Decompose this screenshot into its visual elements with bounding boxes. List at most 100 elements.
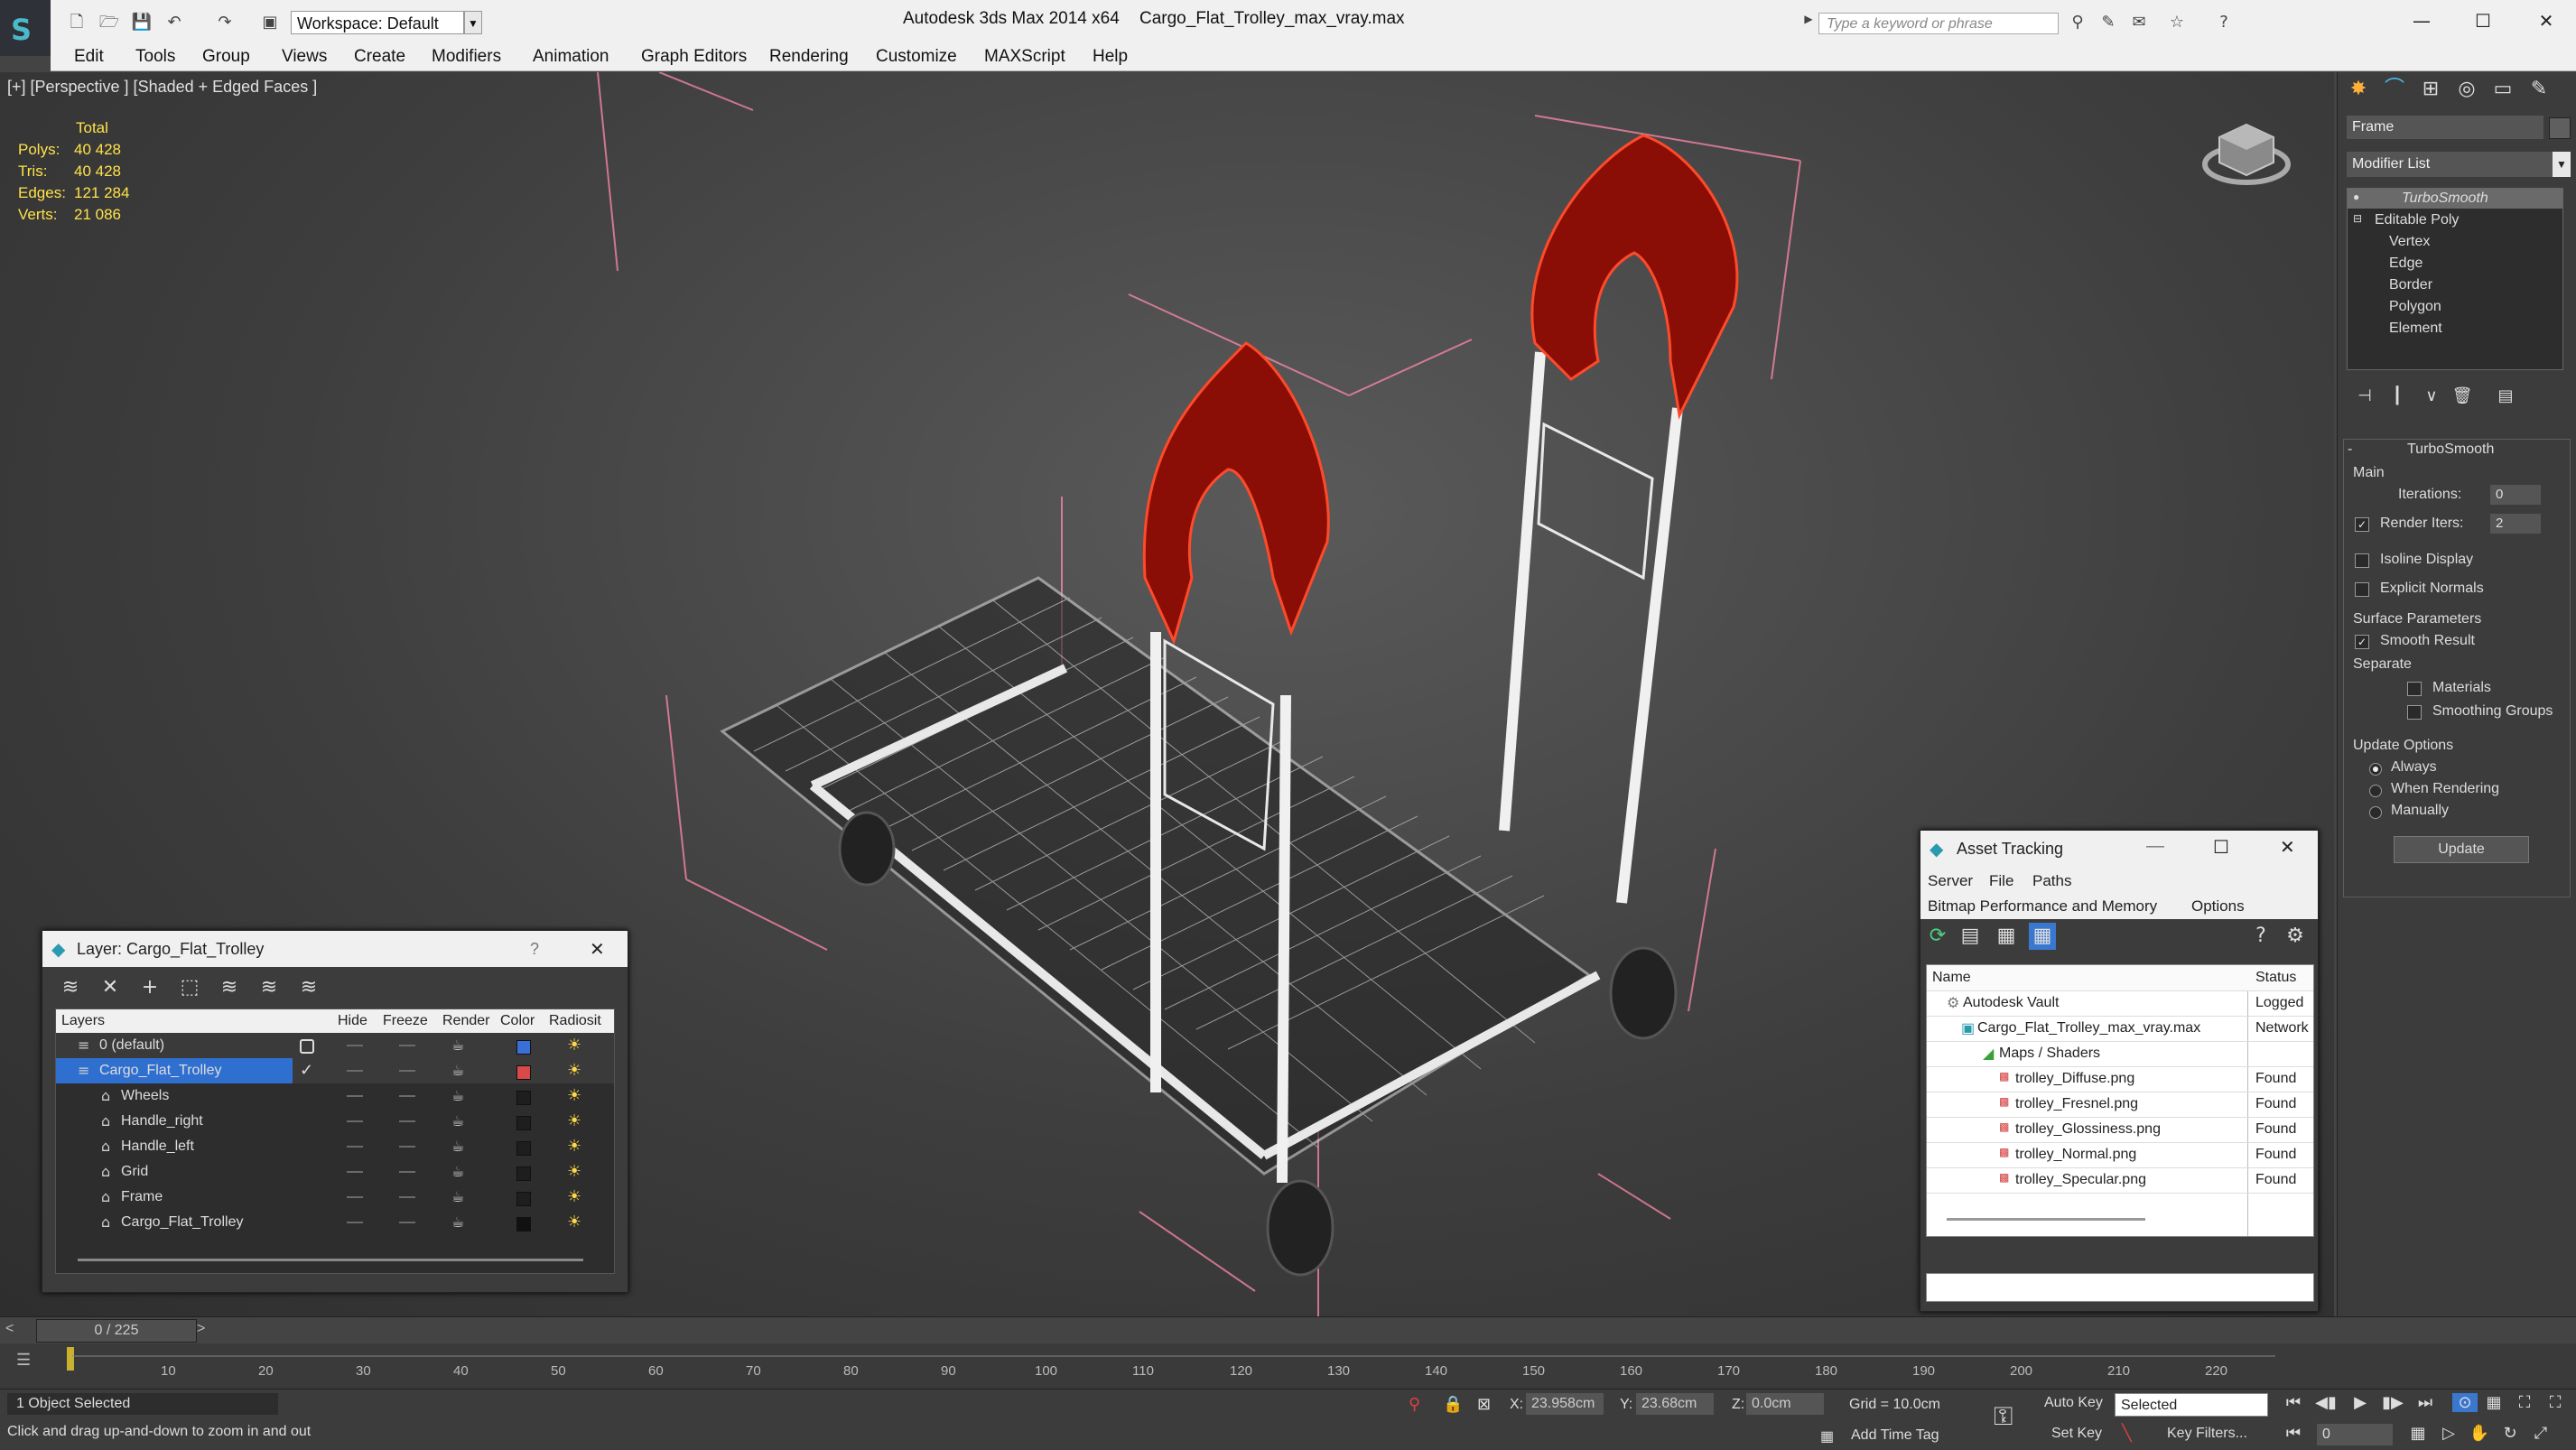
radiosity-bulb-icon[interactable]: ☀	[567, 1187, 581, 1206]
render-teapot-icon[interactable]: ☕	[451, 1087, 464, 1104]
freeze-toggle[interactable]	[399, 1070, 415, 1072]
table-view-icon[interactable]: ▦	[2029, 923, 2056, 950]
zoom-all-icon[interactable]: ▦	[2481, 1393, 2506, 1412]
time-tag-icon[interactable]: ▦	[1820, 1427, 1834, 1445]
time-config-icon[interactable]: ▦	[2405, 1424, 2431, 1443]
track-bar[interactable]: ☰ 10 20 30 40 50 60 70 80 90 100 110 120…	[0, 1343, 2576, 1389]
menu-views[interactable]: Views	[282, 47, 327, 67]
next-frame-icon[interactable]: >	[197, 1321, 205, 1337]
always-radio[interactable]	[2369, 763, 2382, 776]
horizontal-scrollbar[interactable]	[1947, 1218, 2145, 1221]
help-icon[interactable]: ?	[2247, 923, 2274, 950]
select-in-layer-icon[interactable]: ⬚	[176, 974, 203, 1001]
modifier-list-dropdown[interactable]: Modifier List	[2347, 152, 2553, 177]
asset-dialog-titlebar[interactable]: ◆ Asset Tracking — ☐ ✕	[1920, 831, 2318, 867]
zoom-extents-all-icon[interactable]: ⛶	[2543, 1393, 2568, 1412]
stack-item-edge[interactable]: Edge	[2389, 256, 2423, 272]
asset-row[interactable]: ▣ Cargo_Flat_Trolley_max_vray.max Networ…	[1927, 1016, 2313, 1042]
add-to-layer-icon[interactable]: +	[136, 974, 163, 1001]
render-teapot-icon[interactable]: ☕	[451, 1036, 464, 1054]
smoothing-groups-checkbox[interactable]	[2407, 705, 2422, 720]
menu-server[interactable]: Server	[1928, 872, 1973, 890]
pan-hand-icon[interactable]: ✋	[2467, 1424, 2492, 1443]
refresh-icon[interactable]: ⟳	[1924, 923, 1951, 950]
curve-editor-icon[interactable]: ☰	[16, 1351, 31, 1370]
viewcube-icon[interactable]	[2201, 117, 2292, 194]
orbit-icon[interactable]: ↻	[2497, 1424, 2523, 1443]
asset-row[interactable]: ▩ trolley_Fresnel.png Found	[1927, 1092, 2313, 1118]
configure-sets-icon[interactable]: ▤	[2493, 386, 2518, 408]
go-to-end-icon[interactable]: ⏭	[2413, 1393, 2438, 1412]
freeze-toggle[interactable]	[399, 1095, 415, 1097]
asset-row[interactable]: ▩ trolley_Glossiness.png Found	[1927, 1117, 2313, 1143]
zoom-icon[interactable]: ⊙	[2452, 1393, 2478, 1412]
help-icon[interactable]: ?	[2212, 13, 2236, 34]
key-icon[interactable]: ⚿	[1994, 1402, 2013, 1432]
workspace-dropdown[interactable]: Workspace: Default	[291, 11, 464, 34]
render-teapot-icon[interactable]: ☕	[451, 1163, 464, 1180]
freeze-toggle[interactable]	[399, 1222, 415, 1223]
menu-help[interactable]: Help	[1093, 47, 1128, 67]
col-radiosity[interactable]: Radiosit	[549, 1013, 601, 1029]
auto-key-button[interactable]: Auto Key	[2044, 1395, 2103, 1411]
layer-row[interactable]: ≡ 0 (default) ☕ ☀	[56, 1033, 614, 1058]
radiosity-bulb-icon[interactable]: ☀	[567, 1162, 581, 1181]
add-time-tag[interactable]: Add Time Tag	[1851, 1427, 1939, 1444]
asset-path-field[interactable]	[1926, 1273, 2314, 1302]
play-icon[interactable]: ▶	[2348, 1393, 2373, 1412]
field-of-view-icon[interactable]: ▷	[2436, 1424, 2461, 1443]
menu-tools[interactable]: Tools	[135, 47, 175, 67]
render-teapot-icon[interactable]: ☕	[451, 1062, 464, 1079]
z-coordinate-field[interactable]: 0.0cm	[1746, 1393, 1824, 1415]
utilities-tab-icon[interactable]: ✎	[2524, 76, 2554, 103]
when-rendering-radio[interactable]	[2369, 785, 2382, 797]
layer-row[interactable]: ⌂ Grid ☕ ☀	[56, 1159, 614, 1185]
render-teapot-icon[interactable]: ☕	[451, 1213, 464, 1231]
menu-edit[interactable]: Edit	[74, 47, 104, 67]
menu-options[interactable]: Options	[2191, 897, 2245, 916]
motion-tab-icon[interactable]: ◎	[2451, 76, 2482, 103]
layer-row[interactable]: ≡ Cargo_Flat_Trolley ✓ ☕ ☀	[56, 1058, 614, 1083]
chevron-down-icon[interactable]: ▼	[2553, 152, 2571, 177]
col-status[interactable]: Status	[2255, 970, 2296, 986]
isoline-display-checkbox[interactable]	[2355, 553, 2369, 568]
active-layer-checkmark-icon[interactable]: ✓	[300, 1061, 313, 1080]
prev-frame-icon[interactable]: <	[5, 1321, 14, 1337]
isolate-icon[interactable]: ⚲	[1409, 1395, 1420, 1414]
update-button[interactable]: Update	[2394, 836, 2529, 863]
menu-file[interactable]: File	[1989, 872, 2013, 890]
stack-item-element[interactable]: Element	[2389, 321, 2442, 337]
asset-row[interactable]: ▩ trolley_Diffuse.png Found	[1927, 1066, 2313, 1092]
col-name[interactable]: Name	[1932, 970, 1971, 986]
rollout-collapse-icon[interactable]: -	[2348, 442, 2352, 458]
hide-toggle[interactable]	[347, 1070, 363, 1072]
minimize-icon[interactable]: —	[2146, 836, 2164, 857]
redo-icon[interactable]: ↷	[213, 13, 237, 33]
current-layer-toggle[interactable]	[300, 1039, 314, 1054]
freeze-all-icon[interactable]: ≋	[295, 974, 322, 1001]
menu-maxscript[interactable]: MAXScript	[984, 47, 1065, 67]
rollout-title[interactable]: TurboSmooth	[2407, 442, 2494, 458]
layer-color-swatch[interactable]	[516, 1040, 531, 1055]
layer-row[interactable]: ⌂ Handle_left ☕ ☀	[56, 1134, 614, 1159]
layer-row[interactable]: ⌂ Handle_right ☕ ☀	[56, 1109, 614, 1134]
zoom-extents-icon[interactable]: ⛶	[2512, 1393, 2537, 1412]
new-file-icon[interactable]: 🗋	[65, 13, 88, 33]
time-slider-thumb[interactable]: 0 / 225	[36, 1319, 197, 1343]
hide-toggle[interactable]	[347, 1120, 363, 1122]
stack-item-vertex[interactable]: Vertex	[2389, 234, 2430, 250]
hide-toggle[interactable]	[347, 1146, 363, 1148]
show-end-result-icon[interactable]: ┃	[2385, 386, 2410, 408]
render-iters-spinner[interactable]: 2	[2490, 514, 2541, 534]
key-mode-dropdown[interactable]: Selected	[2115, 1393, 2268, 1417]
layer-color-swatch[interactable]	[516, 1116, 531, 1130]
col-render[interactable]: Render	[442, 1013, 489, 1029]
open-file-icon[interactable]: 🗁	[98, 13, 121, 33]
hierarchy-tab-icon[interactable]: ⊞	[2415, 76, 2446, 103]
freeze-toggle[interactable]	[399, 1146, 415, 1148]
layer-row[interactable]: ⌂ Wheels ☕ ☀	[56, 1083, 614, 1109]
list-view-icon[interactable]: ▤	[1957, 923, 1984, 950]
set-key-button[interactable]: Set Key	[2051, 1426, 2102, 1442]
col-freeze[interactable]: Freeze	[383, 1013, 428, 1029]
menu-group[interactable]: Group	[202, 47, 250, 67]
